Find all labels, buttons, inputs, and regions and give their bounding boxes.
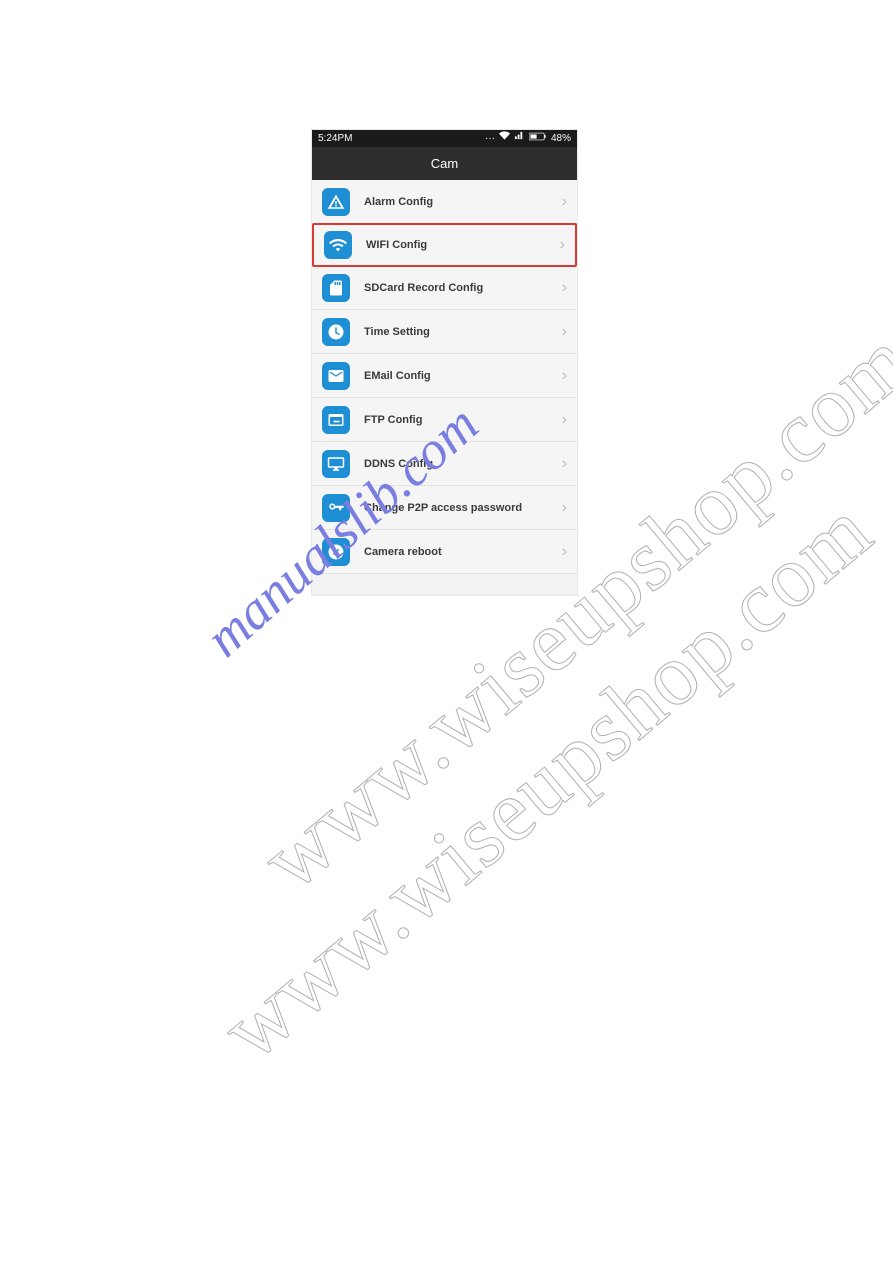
- alarm-icon: [322, 188, 350, 216]
- menu-camera-reboot[interactable]: Camera reboot ›: [312, 530, 577, 574]
- battery-percent: 48%: [551, 130, 571, 147]
- menu-alarm-config[interactable]: Alarm Config ›: [312, 180, 577, 224]
- screen-title: Cam: [312, 147, 577, 180]
- phone-screenshot: 5:24PM ··· 48% Cam Alarm Config ›: [312, 130, 577, 595]
- wifi-icon: [324, 231, 352, 259]
- menu-label: Alarm Config: [364, 196, 562, 208]
- menu-label: SDCard Record Config: [364, 282, 562, 294]
- reboot-icon: [322, 538, 350, 566]
- menu-email-config[interactable]: EMail Config ›: [312, 354, 577, 398]
- ddns-icon: [322, 450, 350, 478]
- email-icon: [322, 362, 350, 390]
- sdcard-icon: [322, 274, 350, 302]
- chevron-right-icon: ›: [560, 237, 565, 253]
- signal-icon: [514, 130, 525, 147]
- chevron-right-icon: ›: [562, 456, 567, 472]
- menu-label: FTP Config: [364, 414, 562, 426]
- menu-wifi-config[interactable]: WIFI Config ›: [312, 223, 577, 267]
- chevron-right-icon: ›: [562, 280, 567, 296]
- wifi-status-icon: [499, 130, 510, 147]
- menu-ddns-config[interactable]: DDNS Config ›: [312, 442, 577, 486]
- chevron-right-icon: ›: [562, 500, 567, 516]
- menu-label: WIFI Config: [366, 239, 560, 251]
- status-time: 5:24PM: [318, 130, 352, 147]
- status-right: ··· 48%: [485, 130, 571, 147]
- chevron-right-icon: ›: [562, 412, 567, 428]
- menu-label: EMail Config: [364, 370, 562, 382]
- ftp-icon: [322, 406, 350, 434]
- menu-label: Camera reboot: [364, 546, 562, 558]
- menu-ftp-config[interactable]: FTP Config ›: [312, 398, 577, 442]
- menu-change-p2p-password[interactable]: Change P2P access password ›: [312, 486, 577, 530]
- menu-label: DDNS Config: [364, 458, 562, 470]
- clock-icon: [322, 318, 350, 346]
- chevron-right-icon: ›: [562, 368, 567, 384]
- menu-time-setting[interactable]: Time Setting ›: [312, 310, 577, 354]
- status-bar: 5:24PM ··· 48%: [312, 130, 577, 147]
- chevron-right-icon: ›: [562, 194, 567, 210]
- key-icon: [322, 494, 350, 522]
- battery-icon: [529, 130, 547, 147]
- more-icon: ···: [485, 130, 495, 147]
- menu-label: Change P2P access password: [364, 502, 562, 514]
- chevron-right-icon: ›: [562, 544, 567, 560]
- menu-sdcard-config[interactable]: SDCard Record Config ›: [312, 266, 577, 310]
- menu-label: Time Setting: [364, 326, 562, 338]
- chevron-right-icon: ›: [562, 324, 567, 340]
- settings-list: Alarm Config › WIFI Config › SDCard Reco…: [312, 180, 577, 574]
